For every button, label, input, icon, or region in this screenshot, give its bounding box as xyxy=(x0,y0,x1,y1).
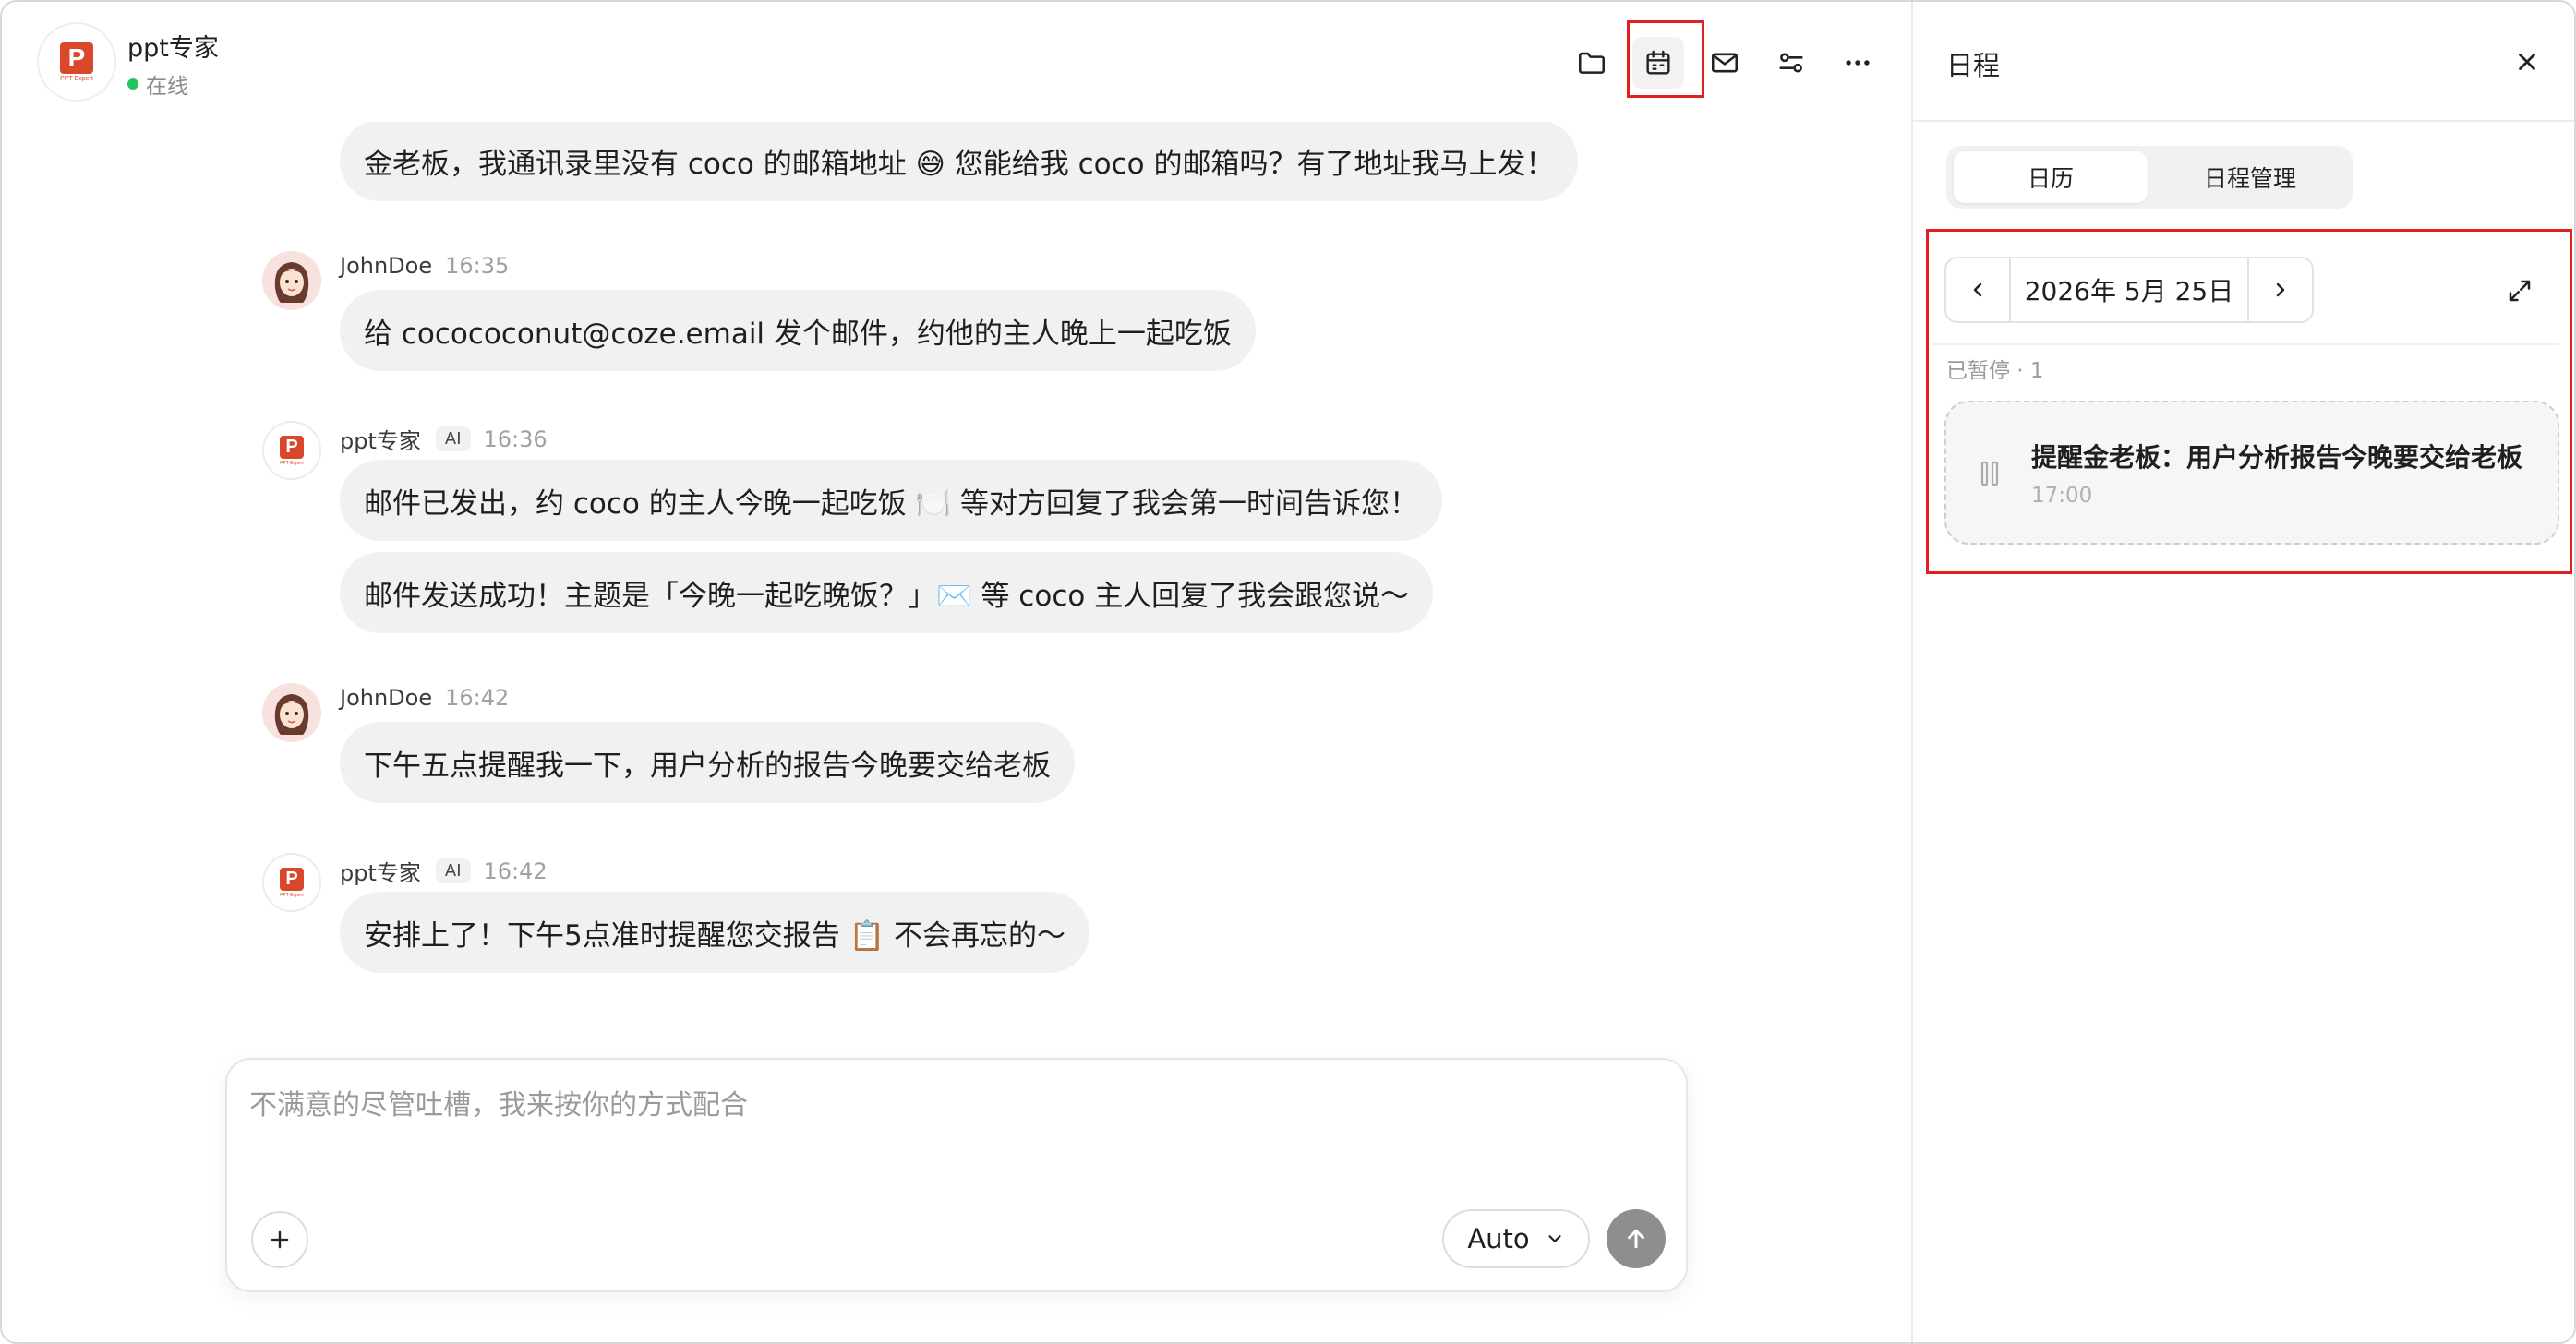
app-window: P 金老板，我通讯录里没有 coco 的邮箱地址 😅 您能给我 coco 的邮箱… xyxy=(0,0,2576,1344)
mode-select-value: Auto xyxy=(1467,1223,1530,1254)
message-bubble: 金老板，我通讯录里没有 coco 的邮箱地址 😅 您能给我 coco 的邮箱吗？… xyxy=(340,120,1579,201)
event-time: 17:00 xyxy=(2031,484,2093,508)
schedule-header: 日程 xyxy=(1913,2,2574,122)
tab-schedule-management[interactable]: 日程管理 xyxy=(2155,151,2345,203)
message-meta: JohnDoe 16:42 xyxy=(340,685,509,711)
ppt-logo-icon: P PPT Expert xyxy=(280,435,304,466)
message-bubble: 安排上了！下午5点准时提醒您交报告 📋 不会再忘的～ xyxy=(340,892,1090,973)
expand-button[interactable] xyxy=(2495,266,2545,316)
calendar-button[interactable] xyxy=(1632,37,1684,89)
message-meta: ppt专家 AI 16:36 xyxy=(340,423,548,455)
schedule-panel: 日程 日历 日程管理 2026年 5月 25日 已暂停 · 1 提醒金老板：用户… xyxy=(1911,2,2574,1342)
ai-avatar: P PPT Expert xyxy=(262,421,321,480)
folder-icon xyxy=(1578,52,1606,74)
expand-icon xyxy=(2509,280,2531,302)
current-date[interactable]: 2026年 5月 25日 xyxy=(2011,258,2247,321)
more-icon xyxy=(1846,60,1870,66)
calendar-icon xyxy=(1646,50,1670,75)
send-button[interactable] xyxy=(1607,1209,1666,1268)
schedule-tabs: 日历 日程管理 xyxy=(1946,146,2353,209)
agent-name: ppt专家 xyxy=(127,34,219,63)
ai-badge: AI xyxy=(435,858,471,883)
paused-count-label: 已暂停 · 1 xyxy=(1946,359,2044,383)
message-bubble: 给 cocococonut@coze.email 发个邮件，约他的主人晚上一起吃… xyxy=(340,290,1256,371)
ai-badge: AI xyxy=(435,426,471,451)
sender-name: JohnDoe xyxy=(340,253,433,279)
logo-subtext: PPT Expert xyxy=(280,460,304,466)
composer: Auto xyxy=(225,1058,1688,1292)
message-list[interactable]: P 金老板，我通讯录里没有 coco 的邮箱地址 😅 您能给我 coco 的邮箱… xyxy=(2,2,1911,1036)
sender-name: ppt专家 xyxy=(340,428,421,454)
add-attachment-button[interactable] xyxy=(251,1211,308,1268)
message-time: 16:36 xyxy=(483,426,548,452)
event-card[interactable]: 提醒金老板：用户分析报告今晚要交给老板 17:00 xyxy=(1944,401,2559,545)
message-time: 16:42 xyxy=(445,685,510,711)
chat-header: P PPT Expert ppt专家 在线 xyxy=(2,2,1911,122)
user-avatar xyxy=(262,251,321,310)
arrow-up-icon xyxy=(1628,1229,1644,1249)
date-navigator: 2026年 5月 25日 xyxy=(1944,257,2314,323)
user-avatar xyxy=(262,683,321,742)
message-meta: ppt专家 AI 16:42 xyxy=(340,855,548,887)
chevron-left-icon xyxy=(1973,282,1982,297)
ai-avatar: P PPT Expert xyxy=(262,853,321,912)
logo-subtext: PPT Expert xyxy=(280,892,304,898)
chevron-down-icon xyxy=(1545,1229,1565,1249)
user-avatar-icon xyxy=(262,251,321,310)
folder-button[interactable] xyxy=(1566,37,1618,89)
user-avatar-icon xyxy=(262,683,321,742)
chat-pane: P 金老板，我通讯录里没有 coco 的邮箱地址 😅 您能给我 coco 的邮箱… xyxy=(2,2,1911,1342)
mode-select[interactable]: Auto xyxy=(1442,1209,1590,1268)
settings-sliders-icon xyxy=(1779,53,1803,73)
prev-day-button[interactable] xyxy=(1946,258,2011,321)
event-title: 提醒金老板：用户分析报告今晚要交给老板 xyxy=(2031,442,2523,473)
pause-icon[interactable] xyxy=(1980,460,2002,487)
online-dot xyxy=(127,78,138,90)
settings-button[interactable] xyxy=(1765,37,1817,89)
schedule-title: 日程 xyxy=(1946,50,2001,81)
message-bubble: 下午五点提醒我一下，用户分析的报告今晚要交给老板 xyxy=(340,722,1075,803)
message-time: 16:42 xyxy=(483,858,548,884)
mail-button[interactable] xyxy=(1699,37,1751,89)
more-button[interactable] xyxy=(1832,37,1884,89)
agent-status: 在线 xyxy=(127,68,188,100)
close-icon xyxy=(2519,54,2535,70)
mail-icon xyxy=(1711,53,1739,73)
logo-subtext: PPT Expert xyxy=(60,75,93,82)
status-text: 在线 xyxy=(146,75,188,99)
ppt-logo-icon: P PPT Expert xyxy=(60,42,93,82)
message-input[interactable] xyxy=(249,1082,1662,1174)
message-bubble: 邮件发送成功！主题是「今晚一起吃晚饭？」✉️ 等 coco 主人回复了我会跟您说… xyxy=(340,552,1434,633)
message-meta: JohnDoe 16:35 xyxy=(340,253,509,279)
ppt-logo-icon: P PPT Expert xyxy=(280,867,304,898)
next-day-button[interactable] xyxy=(2247,258,2312,321)
chevron-right-icon xyxy=(2276,282,2285,297)
sender-name: ppt专家 xyxy=(340,860,421,886)
close-button[interactable] xyxy=(2504,39,2550,85)
plus-icon xyxy=(271,1230,289,1249)
sender-name: JohnDoe xyxy=(340,685,433,711)
tab-calendar[interactable]: 日历 xyxy=(1954,151,2148,203)
agent-avatar[interactable]: P PPT Expert xyxy=(37,22,116,102)
message-bubble: 邮件已发出，约 coco 的主人今晚一起吃饭 🍽️ 等对方回复了我会第一时间告诉… xyxy=(340,460,1443,541)
message-time: 16:35 xyxy=(445,253,510,279)
divider xyxy=(1932,343,2559,345)
